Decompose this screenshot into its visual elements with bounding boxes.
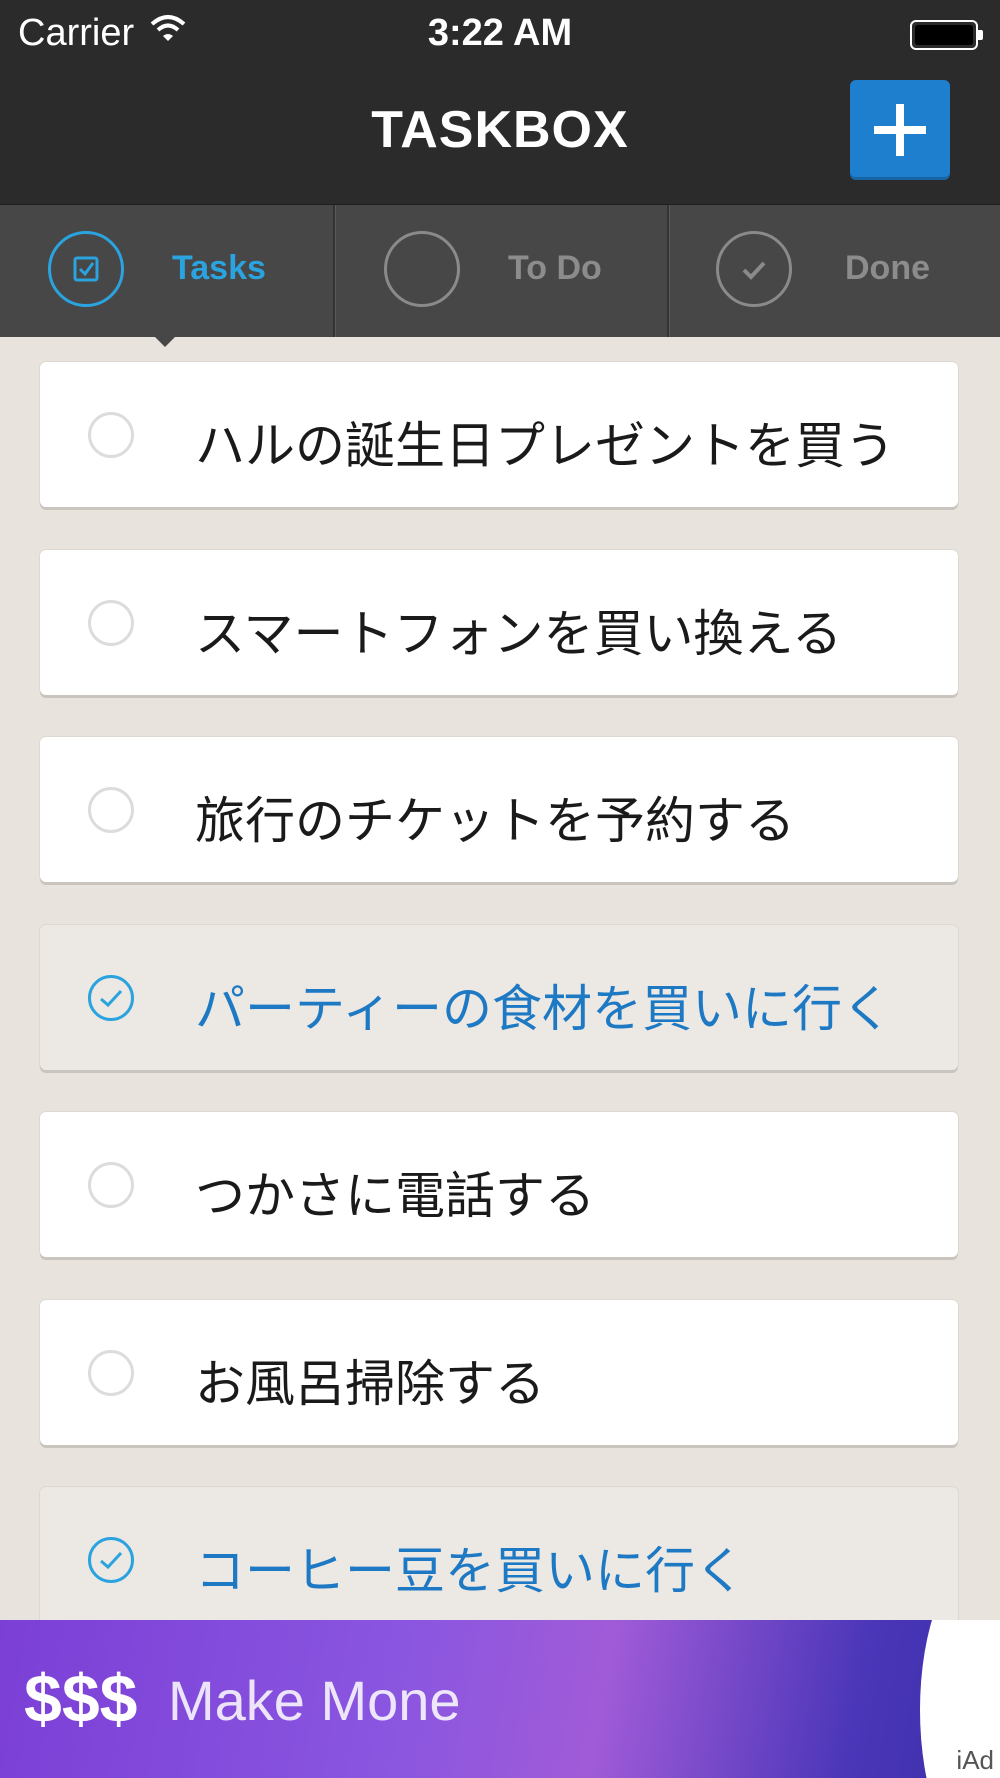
task-text: コーヒー豆を買いに行く	[195, 1542, 745, 1600]
tab-tasks[interactable]: Tasks	[0, 205, 333, 337]
task-row[interactable]: ハルの誕生日プレゼントを買う	[40, 362, 958, 507]
task-row[interactable]: パーティーの食材を買いに行く	[40, 925, 958, 1070]
task-row[interactable]: 旅行のチケットを予約する	[40, 737, 958, 882]
tab-todo[interactable]: To Do	[336, 205, 669, 337]
task-text: スマートフォンを買い換える	[195, 605, 842, 663]
checkmark-icon	[716, 231, 792, 307]
unchecked-circle-icon[interactable]	[88, 600, 134, 646]
tab-label: Tasks	[172, 249, 266, 287]
checkbox-icon	[48, 231, 124, 307]
checked-circle-icon[interactable]	[88, 975, 134, 1021]
task-row[interactable]: お風呂掃除する	[40, 1300, 958, 1445]
unchecked-circle-icon[interactable]	[88, 412, 134, 458]
tab-label: To Do	[508, 249, 602, 287]
tab-done[interactable]: Done	[670, 205, 1000, 337]
ad-text: Make Mone	[168, 1669, 461, 1732]
add-task-button[interactable]	[850, 80, 950, 180]
dollar-icon: $$$	[24, 1661, 138, 1737]
ad-banner[interactable]: $$$ Make Mone iAd	[0, 1620, 1000, 1778]
empty-circle-icon	[384, 231, 460, 307]
tab-bar: Tasks To Do Done	[0, 204, 1000, 337]
unchecked-circle-icon[interactable]	[88, 1162, 134, 1208]
checked-circle-icon[interactable]	[88, 1537, 134, 1583]
task-text: パーティーの食材を買いに行く	[195, 980, 892, 1038]
task-text: ハルの誕生日プレゼントを買う	[195, 417, 895, 475]
iad-label: iAd	[956, 1745, 994, 1775]
task-text: お風呂掃除する	[195, 1355, 545, 1413]
top-bar: Carrier 3:22 AM TASKBOX	[0, 0, 1000, 204]
task-row[interactable]: つかさに電話する	[40, 1112, 958, 1257]
task-row[interactable]: コーヒー豆を買いに行く	[40, 1487, 958, 1620]
battery-icon	[910, 20, 983, 50]
status-time: 3:22 AM	[427, 12, 573, 54]
task-list: ハルの誕生日プレゼントを買う スマートフォンを買い換える 旅行のチケットを予約す…	[0, 336, 1000, 1620]
unchecked-circle-icon[interactable]	[88, 1350, 134, 1396]
unchecked-circle-icon[interactable]	[88, 787, 134, 833]
task-text: 旅行のチケットを予約する	[195, 792, 795, 850]
plus-icon	[874, 104, 926, 156]
tab-label: Done	[845, 249, 930, 287]
status-bar: Carrier 3:22 AM	[0, 0, 1000, 70]
task-text: つかさに電話する	[195, 1167, 595, 1225]
task-row[interactable]: スマートフォンを買い換える	[40, 550, 958, 695]
